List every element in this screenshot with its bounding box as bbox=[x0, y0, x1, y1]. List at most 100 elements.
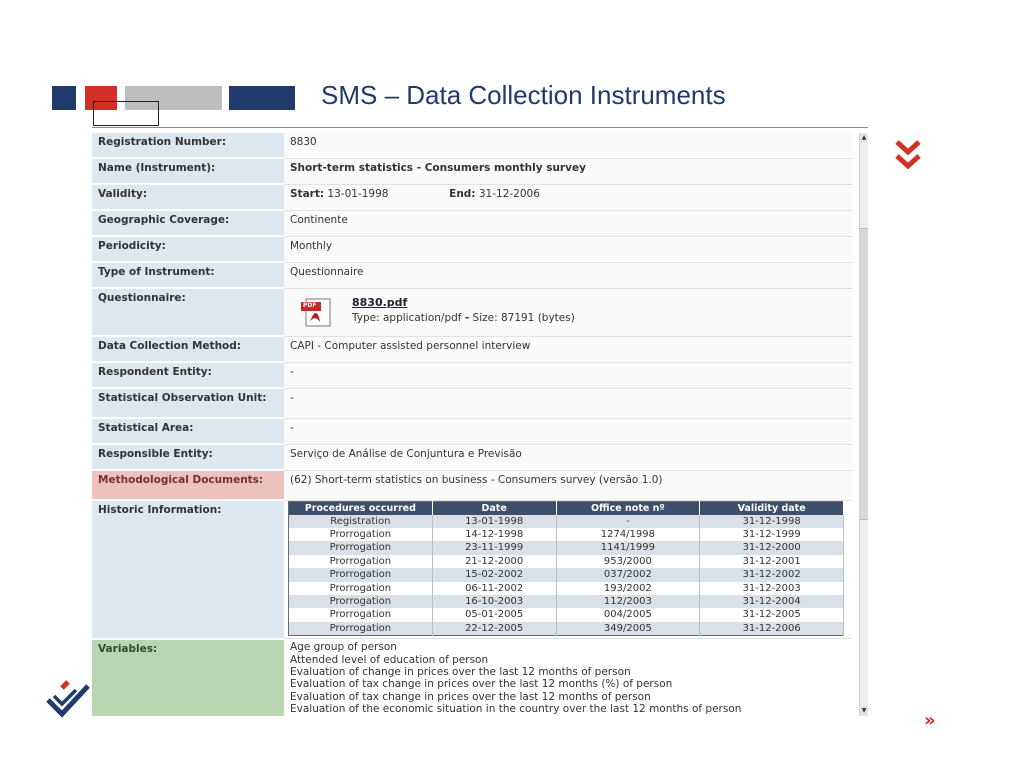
instrument-details-panel: Registration Number: 8830 Name (Instrume… bbox=[92, 133, 868, 716]
respondent-value: - bbox=[284, 362, 852, 389]
pdf-icon-text: PDF bbox=[303, 301, 317, 309]
periodicity-value: Monthly bbox=[284, 236, 852, 263]
row-validity: Validity: Start: 13-01-1998 End: 31-12-2… bbox=[92, 184, 852, 211]
row-questionnaire: Questionnaire: PDF 8830.pdf Type: applic… bbox=[92, 288, 852, 337]
row-area: Statistical Area: - bbox=[92, 418, 852, 445]
history-cell: Prorrogation bbox=[288, 608, 433, 622]
variables-label: Variables: bbox=[92, 638, 284, 716]
history-header-cell: Procedures occurred bbox=[288, 501, 433, 515]
validity-label: Validity: bbox=[92, 184, 284, 211]
history-cell: Prorrogation bbox=[288, 568, 433, 582]
next-slide-button[interactable]: » bbox=[924, 710, 936, 731]
name-value: Short-term statistics - Consumers monthl… bbox=[284, 158, 852, 185]
history-cell: 1141/1999 bbox=[556, 541, 701, 555]
history-cell: - bbox=[556, 514, 701, 528]
registration-number-label: Registration Number: bbox=[92, 133, 284, 159]
geographic-label: Geographic Coverage: bbox=[92, 210, 284, 237]
history-header-cell: Validity date bbox=[699, 501, 844, 515]
history-row: Prorrogation 22-12-2005 349/2005 31-12-2006 bbox=[288, 621, 844, 636]
history-cell: 31-12-2003 bbox=[699, 581, 844, 595]
history-cell: 31-12-2005 bbox=[699, 608, 844, 622]
history-cell: 23-11-1999 bbox=[432, 541, 557, 555]
history-cell: 953/2000 bbox=[556, 554, 701, 569]
type-value: Questionnaire bbox=[284, 262, 852, 289]
area-value: - bbox=[284, 418, 852, 445]
questionnaire-file-link[interactable]: 8830.pdf bbox=[352, 296, 575, 309]
validity-start-date: 13-01-1998 bbox=[327, 187, 389, 200]
scroll-up-icon[interactable]: ▲ bbox=[860, 133, 868, 143]
name-label: Name (Instrument): bbox=[92, 158, 284, 185]
scroll-thumb[interactable] bbox=[860, 228, 868, 520]
variable-item: Attended level of education of person bbox=[290, 653, 489, 666]
history-cell: 1274/1998 bbox=[556, 527, 701, 542]
responsible-value: Serviço de Análise de Conjuntura e Previ… bbox=[284, 444, 852, 471]
history-cell: 15-02-2002 bbox=[432, 568, 557, 582]
questionnaire-separator: - bbox=[464, 311, 470, 324]
periodicity-label: Periodicity: bbox=[92, 236, 284, 263]
history-row: Prorrogation 06-11-2002 193/2002 31-12-2003 bbox=[288, 581, 844, 595]
questionnaire-file-type: Type: application/pdf bbox=[352, 311, 462, 324]
variable-item: Evaluation of change in prices over the … bbox=[290, 665, 631, 678]
variables-list: Age group of person Attended level of edu… bbox=[290, 641, 846, 715]
history-cell: 31-12-2004 bbox=[699, 594, 844, 609]
history-row: Prorrogation 05-01-2005 004/2005 31-12-2005 bbox=[288, 608, 844, 622]
scroll-down-icon[interactable]: ▼ bbox=[860, 706, 868, 716]
history-cell: 112/2003 bbox=[556, 594, 701, 609]
methodological-value[interactable]: (62) Short-term statistics on business -… bbox=[284, 470, 852, 501]
questionnaire-value: PDF 8830.pdf Type: application/pdf - Siz… bbox=[284, 288, 852, 337]
history-cell: Prorrogation bbox=[288, 541, 433, 555]
history-body: Registration 13-01-1998-31-12-1998 Prorrog… bbox=[288, 514, 844, 636]
slide-title: SMS – Data Collection Instruments bbox=[321, 80, 726, 110]
row-name: Name (Instrument): Short-term statistics… bbox=[92, 158, 852, 185]
history-row: Prorrogation 14-12-1998 1274/1998 31-12-199… bbox=[288, 527, 844, 542]
history-cell: 21-12-2000 bbox=[432, 554, 557, 569]
header-block-navy-1 bbox=[52, 86, 76, 110]
chevron-down-icon[interactable] bbox=[893, 138, 923, 174]
questionnaire-label: Questionnaire: bbox=[92, 288, 284, 337]
variable-item: Evaluation of tax change in prices over … bbox=[290, 690, 651, 703]
row-periodicity: Periodicity: Monthly bbox=[92, 236, 852, 263]
organization-logo bbox=[42, 678, 94, 726]
variables-value: Age group of person Attended level of edu… bbox=[284, 638, 852, 716]
history-cell: 22-12-2005 bbox=[432, 621, 557, 636]
history-cell: 05-01-2005 bbox=[432, 608, 557, 622]
details-table: Registration Number: 8830 Name (Instrume… bbox=[92, 133, 852, 716]
row-methodological: Methodological Documents: (62) Short-ter… bbox=[92, 470, 852, 501]
row-registration-number: Registration Number: 8830 bbox=[92, 133, 852, 159]
history-cell: 14-12-1998 bbox=[432, 527, 557, 542]
history-cell: 31-12-2000 bbox=[699, 541, 844, 555]
variable-item: Evaluation of tax change in prices over … bbox=[290, 678, 673, 691]
history-cell: 004/2005 bbox=[556, 608, 701, 622]
history-table: Procedures occurred Date Office note nº Val… bbox=[288, 500, 844, 637]
historic-value: Procedures occurred Date Office note nº Val… bbox=[284, 500, 852, 640]
history-cell: 31-12-2006 bbox=[699, 621, 844, 636]
history-cell: Prorrogation bbox=[288, 594, 433, 609]
method-label: Data Collection Method: bbox=[92, 336, 284, 363]
header-outline-box bbox=[93, 101, 159, 126]
historic-label: Historic Information: bbox=[92, 500, 284, 640]
row-observation-unit: Statistical Observation Unit: - bbox=[92, 388, 852, 419]
row-variables: Variables: Age group of person Attended l… bbox=[92, 638, 852, 716]
history-cell: 31-12-2002 bbox=[699, 568, 844, 582]
row-method: Data Collection Method: CAPI - Computer … bbox=[92, 336, 852, 363]
history-cell: 13-01-1998 bbox=[432, 514, 557, 528]
method-value: CAPI - Computer assisted personnel inter… bbox=[284, 336, 852, 363]
history-cell: 349/2005 bbox=[556, 621, 701, 636]
header-block-navy-2 bbox=[229, 86, 295, 110]
history-cell: Prorrogation bbox=[288, 581, 433, 595]
pdf-file-icon[interactable]: PDF bbox=[300, 296, 334, 328]
history-cell: Prorrogation bbox=[288, 527, 433, 542]
history-cell: Prorrogation bbox=[288, 554, 433, 569]
history-cell: Registration bbox=[288, 514, 433, 528]
vertical-scrollbar[interactable]: ▲ ▼ bbox=[859, 133, 868, 716]
row-respondent: Respondent Entity: - bbox=[92, 362, 852, 389]
validity-end-date: 31-12-2006 bbox=[478, 187, 540, 200]
history-row: Prorrogation 21-12-2000 953/2000 31-12-2001 bbox=[288, 554, 844, 569]
type-label: Type of Instrument: bbox=[92, 262, 284, 289]
row-geographic: Geographic Coverage: Continente bbox=[92, 210, 852, 237]
history-cell: 31-12-1998 bbox=[699, 514, 844, 528]
row-historic: Historic Information: Procedures occurre… bbox=[92, 500, 852, 640]
history-cell: 037/2002 bbox=[556, 568, 701, 582]
history-cell: Prorrogation bbox=[288, 621, 433, 636]
history-header-cell: Date bbox=[432, 501, 557, 515]
